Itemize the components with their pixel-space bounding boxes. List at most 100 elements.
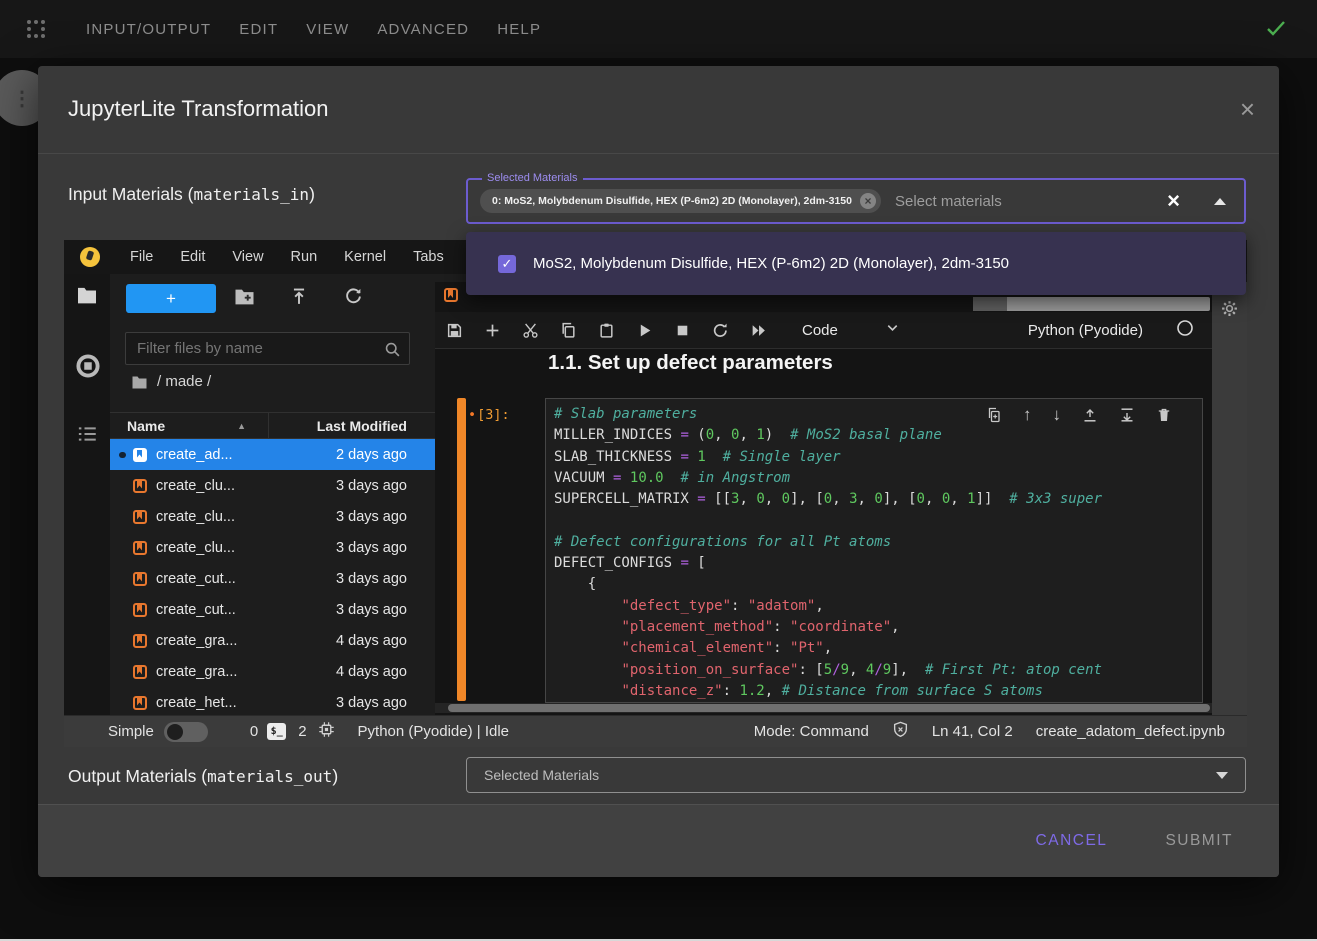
mode-indicator[interactable]: Mode: Command [754,723,869,740]
restart-kernel-button[interactable] [712,322,729,339]
terminal-icon: $_ [267,723,286,740]
gear-icon[interactable] [1221,300,1238,322]
code-editor[interactable]: # Slab parametersMILLER_INDICES = (0, 0,… [545,398,1203,703]
jupyterlite-logo-icon [80,247,100,267]
notebook-file-icon [133,510,147,524]
kernel-status-icon [1176,319,1194,342]
file-list-header: Name ▲ Last Modified [110,412,435,439]
file-modified: 3 days ago [336,540,435,556]
shield-icon [892,721,909,742]
modified-column-header[interactable]: Last Modified [268,412,435,439]
stop-button[interactable] [674,322,691,339]
delete-cell-button[interactable] [1156,407,1172,423]
refresh-icon[interactable] [344,287,363,311]
tabbar-scrollbar[interactable] [973,297,1210,311]
cell-type-select[interactable]: Code [802,322,838,339]
simple-mode-toggle[interactable] [164,722,208,742]
material-chip[interactable]: 0: MoS2, Molybdenum Disulfide, HEX (P-6m… [480,189,881,213]
checkbox-checked-icon[interactable]: ✓ [498,255,516,273]
copy-cells-button[interactable] [560,322,577,339]
materials-dropdown: ✓ MoS2, Molybdenum Disulfide, HEX (P-6m2… [466,232,1246,295]
breadcrumb-path: / made / [157,373,211,390]
field-label: Selected Materials [482,172,583,184]
clear-selection-icon[interactable]: × [1167,190,1180,212]
right-sidebar [1212,282,1247,715]
jupyter-menu-item[interactable]: Tabs [413,249,444,265]
file-row[interactable]: create_cut... 3 days ago [110,563,435,594]
insert-cell-above-button[interactable] [1082,407,1098,423]
jupyter-menu-item[interactable]: Edit [180,249,205,265]
file-row[interactable]: create_gra... 4 days ago [110,625,435,656]
menubar-item[interactable]: HELP [497,21,541,38]
materials-select-field[interactable]: Selected Materials 0: MoS2, Molybdenum D… [466,178,1246,224]
name-column-header[interactable]: Name [110,418,165,434]
chip-delete-icon[interactable]: × [860,193,876,209]
file-row[interactable]: create_clu... 3 days ago [110,532,435,563]
material-option[interactable]: ✓ MoS2, Molybdenum Disulfide, HEX (P-6m2… [466,239,1246,288]
files-tab-folder-icon[interactable] [76,286,98,309]
insert-cell-below-button[interactable] [1119,407,1135,423]
dialog-title: JupyterLite Transformation [68,96,328,122]
cursor-position[interactable]: Ln 41, Col 2 [932,723,1013,740]
horizontal-scrollbar[interactable] [435,703,1212,713]
menubar-item[interactable]: ADVANCED [377,21,469,38]
add-cell-button[interactable] [484,322,501,339]
file-name: create_cut... [156,602,236,618]
file-modified: 3 days ago [336,478,435,494]
status-bar: Simple 0 $_ 2 Python (Pyodide) | Idle Mo… [64,715,1247,747]
file-row[interactable]: create_cut... 3 days ago [110,594,435,625]
collapse-caret-icon[interactable] [1214,198,1226,205]
jupyter-menu-item[interactable]: View [232,249,263,265]
jupyter-menu-item[interactable]: Kernel [344,249,386,265]
upload-icon[interactable] [290,287,308,311]
output-materials-select[interactable]: Selected Materials [466,757,1246,793]
breadcrumb[interactable]: / made / [131,373,211,390]
run-all-button[interactable] [750,322,767,339]
move-cell-down-button[interactable]: ↓ [1053,407,1062,423]
close-icon[interactable]: × [1240,94,1255,125]
jupyter-menu-item[interactable]: Run [291,249,318,265]
menubar-item[interactable]: INPUT/OUTPUT [86,21,211,38]
table-of-contents-icon[interactable] [76,424,98,449]
sort-asc-icon: ▲ [237,421,246,431]
menubar-item[interactable]: EDIT [239,21,278,38]
check-icon[interactable] [1263,15,1289,46]
file-row[interactable]: create_clu... 3 days ago [110,501,435,532]
activity-sidebar [64,274,110,747]
file-name: create_clu... [156,540,235,556]
new-folder-icon[interactable] [234,287,255,310]
filter-input[interactable] [126,333,409,364]
file-row[interactable]: create_gra... 4 days ago [110,656,435,687]
paste-cells-button[interactable] [598,322,615,339]
input-materials-label: Input Materials (materials_in) [68,184,315,205]
run-button[interactable] [636,322,653,339]
file-modified: 3 days ago [336,602,435,618]
cell-collapser[interactable] [457,398,466,701]
file-modified: 4 days ago [336,664,435,680]
cancel-button[interactable]: CANCEL [1036,832,1108,850]
menubar-item[interactable]: VIEW [306,21,349,38]
new-launcher-button[interactable]: + [126,284,216,313]
move-cell-up-button[interactable]: ↑ [1023,407,1032,423]
duplicate-cell-button[interactable] [986,407,1002,423]
file-row[interactable]: create_clu... 3 days ago [110,470,435,501]
jupyter-menu-item[interactable]: File [130,249,153,265]
save-button[interactable] [446,322,463,339]
cut-cells-button[interactable] [522,322,539,339]
submit-button[interactable]: SUBMIT [1165,832,1233,850]
jupyterlite-transformation-dialog: JupyterLite Transformation × Input Mater… [38,66,1279,877]
file-row[interactable]: create_ad... 2 days ago [110,439,435,470]
running-sessions-icon[interactable] [76,354,100,383]
file-row[interactable]: create_het... 3 days ago [110,687,435,715]
running-dot [119,452,126,459]
notebook-file-icon [133,479,147,493]
jupyterlite-widget: FileEditViewRunKernelTabsS + [64,240,1247,747]
chevron-down-icon[interactable] [885,320,900,340]
kernel-status-text[interactable]: Python (Pyodide) | Idle [358,723,509,740]
app-grid-icon[interactable] [24,17,48,46]
app-menu: INPUT/OUTPUT EDIT VIEW ADVANCED HELP [86,0,541,58]
kernel-name-button[interactable]: Python (Pyodide) [1028,322,1143,339]
toggle-knob [167,724,183,740]
simple-mode-label: Simple [108,723,154,740]
dialog-footer: CANCEL SUBMIT [38,804,1279,877]
